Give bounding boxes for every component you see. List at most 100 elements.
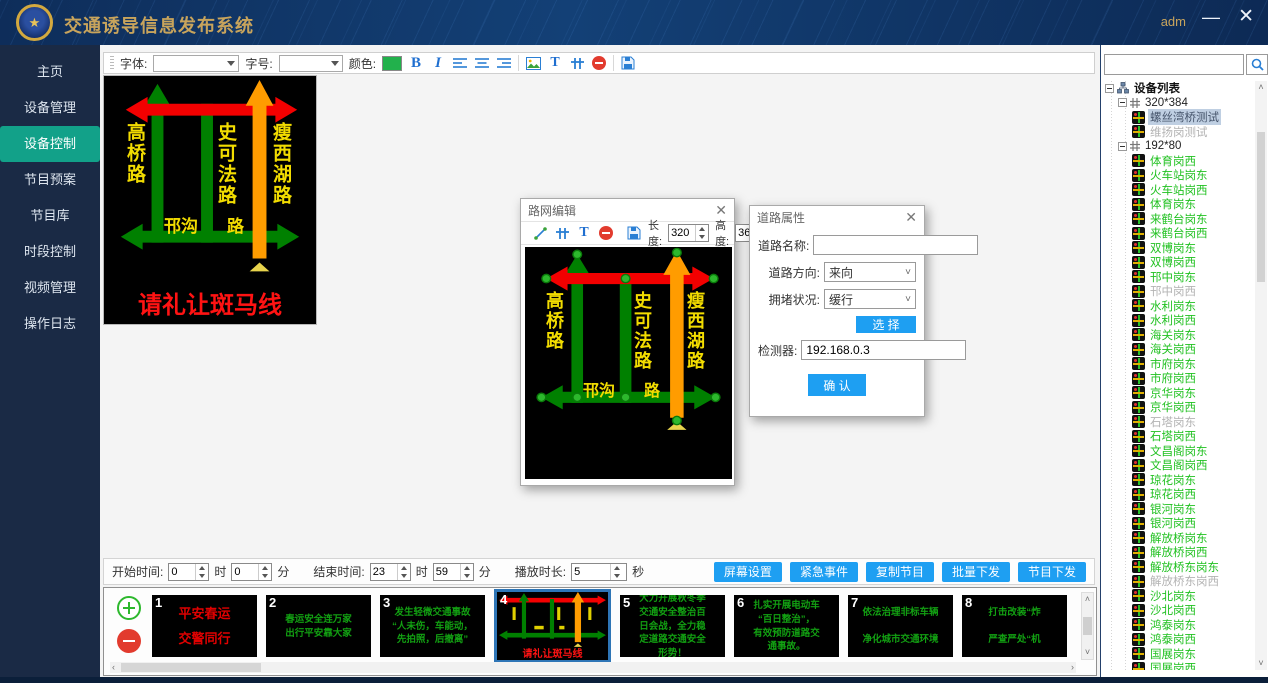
user-name[interactable]: adm (1161, 14, 1186, 29)
device-tree-node[interactable]: 来鹤台岗西 (1103, 226, 1255, 241)
sidebar-item[interactable]: 视频管理 (0, 270, 100, 306)
sidebar-item[interactable]: 节目预案 (0, 162, 100, 198)
program-thumbnail[interactable]: 4 (494, 589, 611, 663)
program-thumbnail[interactable]: 5 大力开展秋冬季 交通安全整治百 日会战，全力稳 定道路交通安全 形势！ (620, 595, 725, 657)
scroll-up-icon[interactable]: ˄ (1256, 83, 1265, 92)
search-button[interactable] (1246, 54, 1268, 75)
scroll-up-icon[interactable]: ˄ (1083, 595, 1092, 604)
device-tree-node[interactable]: 银河岗东 (1103, 502, 1255, 517)
device-tree-node[interactable]: 火车站岗西 (1103, 183, 1255, 198)
align-center-icon[interactable] (474, 54, 490, 72)
device-tree-node[interactable]: 双博岗东 (1103, 241, 1255, 256)
device-tree-node[interactable]: 192*80 (1103, 139, 1255, 154)
program-thumbnail[interactable]: 8 打击改装“炸 严查严处“机 (962, 595, 1067, 657)
tree-scrollbar[interactable]: ˄ ˅ (1255, 81, 1267, 670)
scrollbar-thumb[interactable] (1257, 132, 1265, 282)
device-tree-node[interactable]: 沙北岗西 (1103, 603, 1255, 618)
device-tree-node[interactable]: 邗中岗东 (1103, 270, 1255, 285)
device-tree-node[interactable]: 来鹤台岗东 (1103, 212, 1255, 227)
thumbnail-horizontal-scrollbar[interactable]: ‹ › (110, 662, 1076, 673)
start-minute-stepper[interactable] (231, 563, 272, 581)
confirm-button[interactable]: 确 认 (808, 374, 866, 396)
text-tool-icon[interactable]: T (576, 224, 592, 242)
length-input[interactable] (669, 225, 695, 241)
duration-input[interactable] (572, 564, 610, 580)
delete-icon[interactable] (598, 224, 614, 242)
device-tree-node[interactable]: 解放桥岗东 (1103, 531, 1255, 546)
scroll-right-icon[interactable]: › (1069, 663, 1076, 672)
action-button[interactable]: 紧急事件 (790, 562, 858, 582)
remove-program-button[interactable] (117, 629, 141, 653)
close-icon[interactable]: ✕ (905, 210, 917, 224)
image-icon[interactable] (525, 54, 541, 72)
device-tree-node[interactable]: 鸿泰岗东 (1103, 618, 1255, 633)
bold-button[interactable]: B (408, 54, 424, 72)
scroll-left-icon[interactable]: ‹ (110, 663, 117, 672)
tree-expander-icon[interactable] (1118, 98, 1127, 107)
device-tree-node[interactable]: 水利岗西 (1103, 313, 1255, 328)
dialog-titlebar[interactable]: 道路属性 ✕ (750, 206, 924, 228)
device-tree-node[interactable]: 市府岗西 (1103, 371, 1255, 386)
device-tree-node[interactable]: 海关岗西 (1103, 342, 1255, 357)
device-tree-node[interactable]: 邗中岗西 (1103, 284, 1255, 299)
action-button[interactable]: 批量下发 (942, 562, 1010, 582)
scroll-down-icon[interactable]: ˅ (1256, 659, 1265, 668)
minimize-button[interactable]: — (1202, 8, 1220, 26)
sidebar-item[interactable]: 时段控制 (0, 234, 100, 270)
thumbnail-vertical-scrollbar[interactable]: ˄ ˅ (1081, 592, 1094, 660)
device-tree-node[interactable]: 文昌阁岗西 (1103, 458, 1255, 473)
length-stepper[interactable] (668, 224, 709, 242)
end-minute-stepper[interactable] (433, 563, 474, 581)
device-tree-node[interactable]: 鸿泰岗西 (1103, 632, 1255, 647)
end-hour-stepper[interactable] (370, 563, 411, 581)
align-right-icon[interactable] (496, 54, 512, 72)
start-hour-stepper[interactable] (168, 563, 209, 581)
device-tree-node[interactable]: 国展岗东 (1103, 647, 1255, 662)
road-editor-canvas[interactable]: 高桥路 史可法路 瘦西湖路 邗沟 路 请礼让斑马线 (525, 247, 732, 479)
device-tree-node[interactable]: 320*384 (1103, 96, 1255, 111)
scrollbar-thumb[interactable] (121, 663, 261, 672)
start-hour-input[interactable] (169, 564, 195, 580)
save-icon[interactable] (620, 54, 636, 72)
tree-expander-icon[interactable] (1118, 142, 1127, 151)
device-tree-node[interactable]: 琼花岗西 (1103, 487, 1255, 502)
device-tree-node[interactable]: 解放桥东岗东 (1103, 560, 1255, 575)
close-button[interactable]: ✕ (1238, 8, 1254, 26)
sidebar-item[interactable]: 主页 (0, 54, 100, 90)
congestion-select[interactable]: 缓行˅ (824, 289, 916, 309)
device-tree-node[interactable]: 解放桥东岗西 (1103, 574, 1255, 589)
device-tree-node[interactable]: 琼花岗东 (1103, 473, 1255, 488)
sidebar-item[interactable]: 节目库 (0, 198, 100, 234)
size-select[interactable] (279, 55, 343, 72)
sign-preview[interactable]: 高桥路 史可法路 瘦西湖路 邗沟 路 请礼让斑马线 (103, 75, 317, 325)
road-direction-select[interactable]: 来向˅ (824, 262, 916, 282)
text-tool-icon[interactable]: T (547, 54, 563, 72)
device-tree-node[interactable]: 沙北岗东 (1103, 589, 1255, 604)
device-tree-node[interactable]: 火车站岗东 (1103, 168, 1255, 183)
sidebar-item[interactable]: 设备控制 (0, 126, 100, 162)
device-tree-node[interactable]: 国展岗西 (1103, 661, 1255, 670)
align-left-icon[interactable] (452, 54, 468, 72)
device-tree-node[interactable]: 石塔岗东 (1103, 415, 1255, 430)
dialog-titlebar[interactable]: 路网编辑 ✕ (521, 199, 734, 221)
sidebar-item[interactable]: 设备管理 (0, 90, 100, 126)
action-button[interactable]: 节目下发 (1018, 562, 1086, 582)
road-name-input[interactable] (813, 235, 978, 255)
device-tree-node[interactable]: 体育岗西 (1103, 154, 1255, 169)
device-tree-node[interactable]: 文昌阁岗东 (1103, 444, 1255, 459)
detector-input[interactable] (801, 340, 966, 360)
scrollbar-thumb[interactable] (1083, 617, 1092, 635)
select-button[interactable]: 选 择 (856, 316, 916, 333)
font-select[interactable] (153, 55, 239, 72)
action-button[interactable]: 屏幕设置 (714, 562, 782, 582)
device-tree-node[interactable]: 螺丝湾桥测试 (1103, 110, 1255, 125)
color-swatch[interactable] (382, 56, 402, 71)
device-tree-node[interactable]: 体育岗东 (1103, 197, 1255, 212)
toolbar-grip[interactable] (110, 56, 114, 70)
tree-expander-icon[interactable] (1105, 84, 1114, 93)
device-tree-node[interactable]: 解放桥岗西 (1103, 545, 1255, 560)
add-program-button[interactable] (117, 596, 141, 620)
device-tree-node[interactable]: 水利岗东 (1103, 299, 1255, 314)
program-thumbnail[interactable]: 2 春运安全连万家 出行平安靠大家 (266, 595, 371, 657)
start-minute-input[interactable] (232, 564, 258, 580)
